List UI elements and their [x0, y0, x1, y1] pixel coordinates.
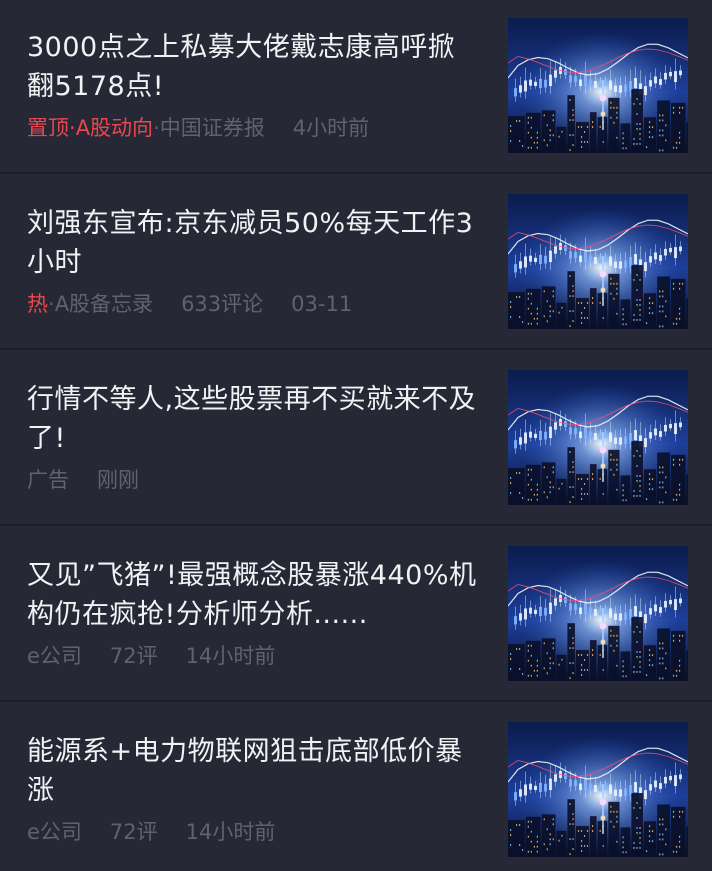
news-title[interactable]: 能源系+电力物联网狙击底部低价暴涨 [27, 732, 477, 810]
news-source: e公司 [27, 820, 82, 844]
comment-count: 72评 [109, 644, 158, 668]
stock-city-thumbnail[interactable] [508, 546, 688, 681]
news-meta: 置顶·A股动向·中国证券报 4小时前 [27, 114, 369, 142]
ad-label: 广告 [27, 468, 69, 492]
news-title[interactable]: 行情不等人,这些股票再不买就来不及了! [27, 380, 477, 458]
news-title[interactable]: 刘强东宣布:京东减员50%每天工作3小时 [27, 204, 477, 282]
news-item[interactable]: 3000点之上私募大佬戴志康高呼掀翻5178点! 置顶·A股动向·中国证券报 4小… [0, 0, 712, 174]
news-time: 刚刚 [97, 468, 139, 492]
news-item[interactable]: 又见”飞猪”!最强概念股暴涨440%机构仍在疯抢!分析师分析...... e公司… [0, 528, 712, 702]
source-separator: · [48, 292, 55, 316]
hot-tag: 热 [27, 292, 48, 316]
news-meta: 广告 刚刚 [27, 466, 139, 494]
news-feed: 3000点之上私募大佬戴志康高呼掀翻5178点! 置顶·A股动向·中国证券报 4小… [0, 0, 712, 871]
news-title[interactable]: 又见”飞猪”!最强概念股暴涨440%机构仍在疯抢!分析师分析...... [27, 556, 477, 634]
stock-city-thumbnail[interactable] [508, 370, 688, 505]
category-tag[interactable]: A股动向 [76, 114, 153, 142]
stock-city-thumbnail[interactable] [508, 194, 688, 329]
stock-city-thumbnail[interactable] [508, 18, 688, 153]
news-title[interactable]: 3000点之上私募大佬戴志康高呼掀翻5178点! [27, 28, 477, 106]
news-time: 14小时前 [185, 644, 276, 668]
source-separator: · [153, 116, 160, 140]
news-item[interactable]: 刘强东宣布:京东减员50%每天工作3小时 热·A股备忘录 633评论 03-11 [0, 176, 712, 350]
news-item[interactable]: 行情不等人,这些股票再不买就来不及了! 广告 刚刚 [0, 352, 712, 526]
news-time: 03-11 [291, 292, 353, 316]
news-time: 14小时前 [185, 820, 276, 844]
news-meta: e公司 72评 14小时前 [27, 642, 275, 670]
news-meta: 热·A股备忘录 633评论 03-11 [27, 290, 352, 318]
news-source: A股备忘录 [54, 292, 154, 316]
news-source: 中国证券报 [159, 116, 265, 140]
comment-count: 633评论 [181, 292, 264, 316]
comment-count: 72评 [109, 820, 158, 844]
news-item[interactable]: 能源系+电力物联网狙击底部低价暴涨 e公司 72评 14小时前 [0, 704, 712, 871]
news-meta: e公司 72评 14小时前 [27, 818, 275, 846]
news-source: e公司 [27, 644, 82, 668]
news-time: 4小时前 [292, 116, 370, 140]
tag-separator: · [69, 116, 76, 140]
stock-city-thumbnail[interactable] [508, 722, 688, 857]
pinned-tag: 置顶 [27, 116, 69, 140]
